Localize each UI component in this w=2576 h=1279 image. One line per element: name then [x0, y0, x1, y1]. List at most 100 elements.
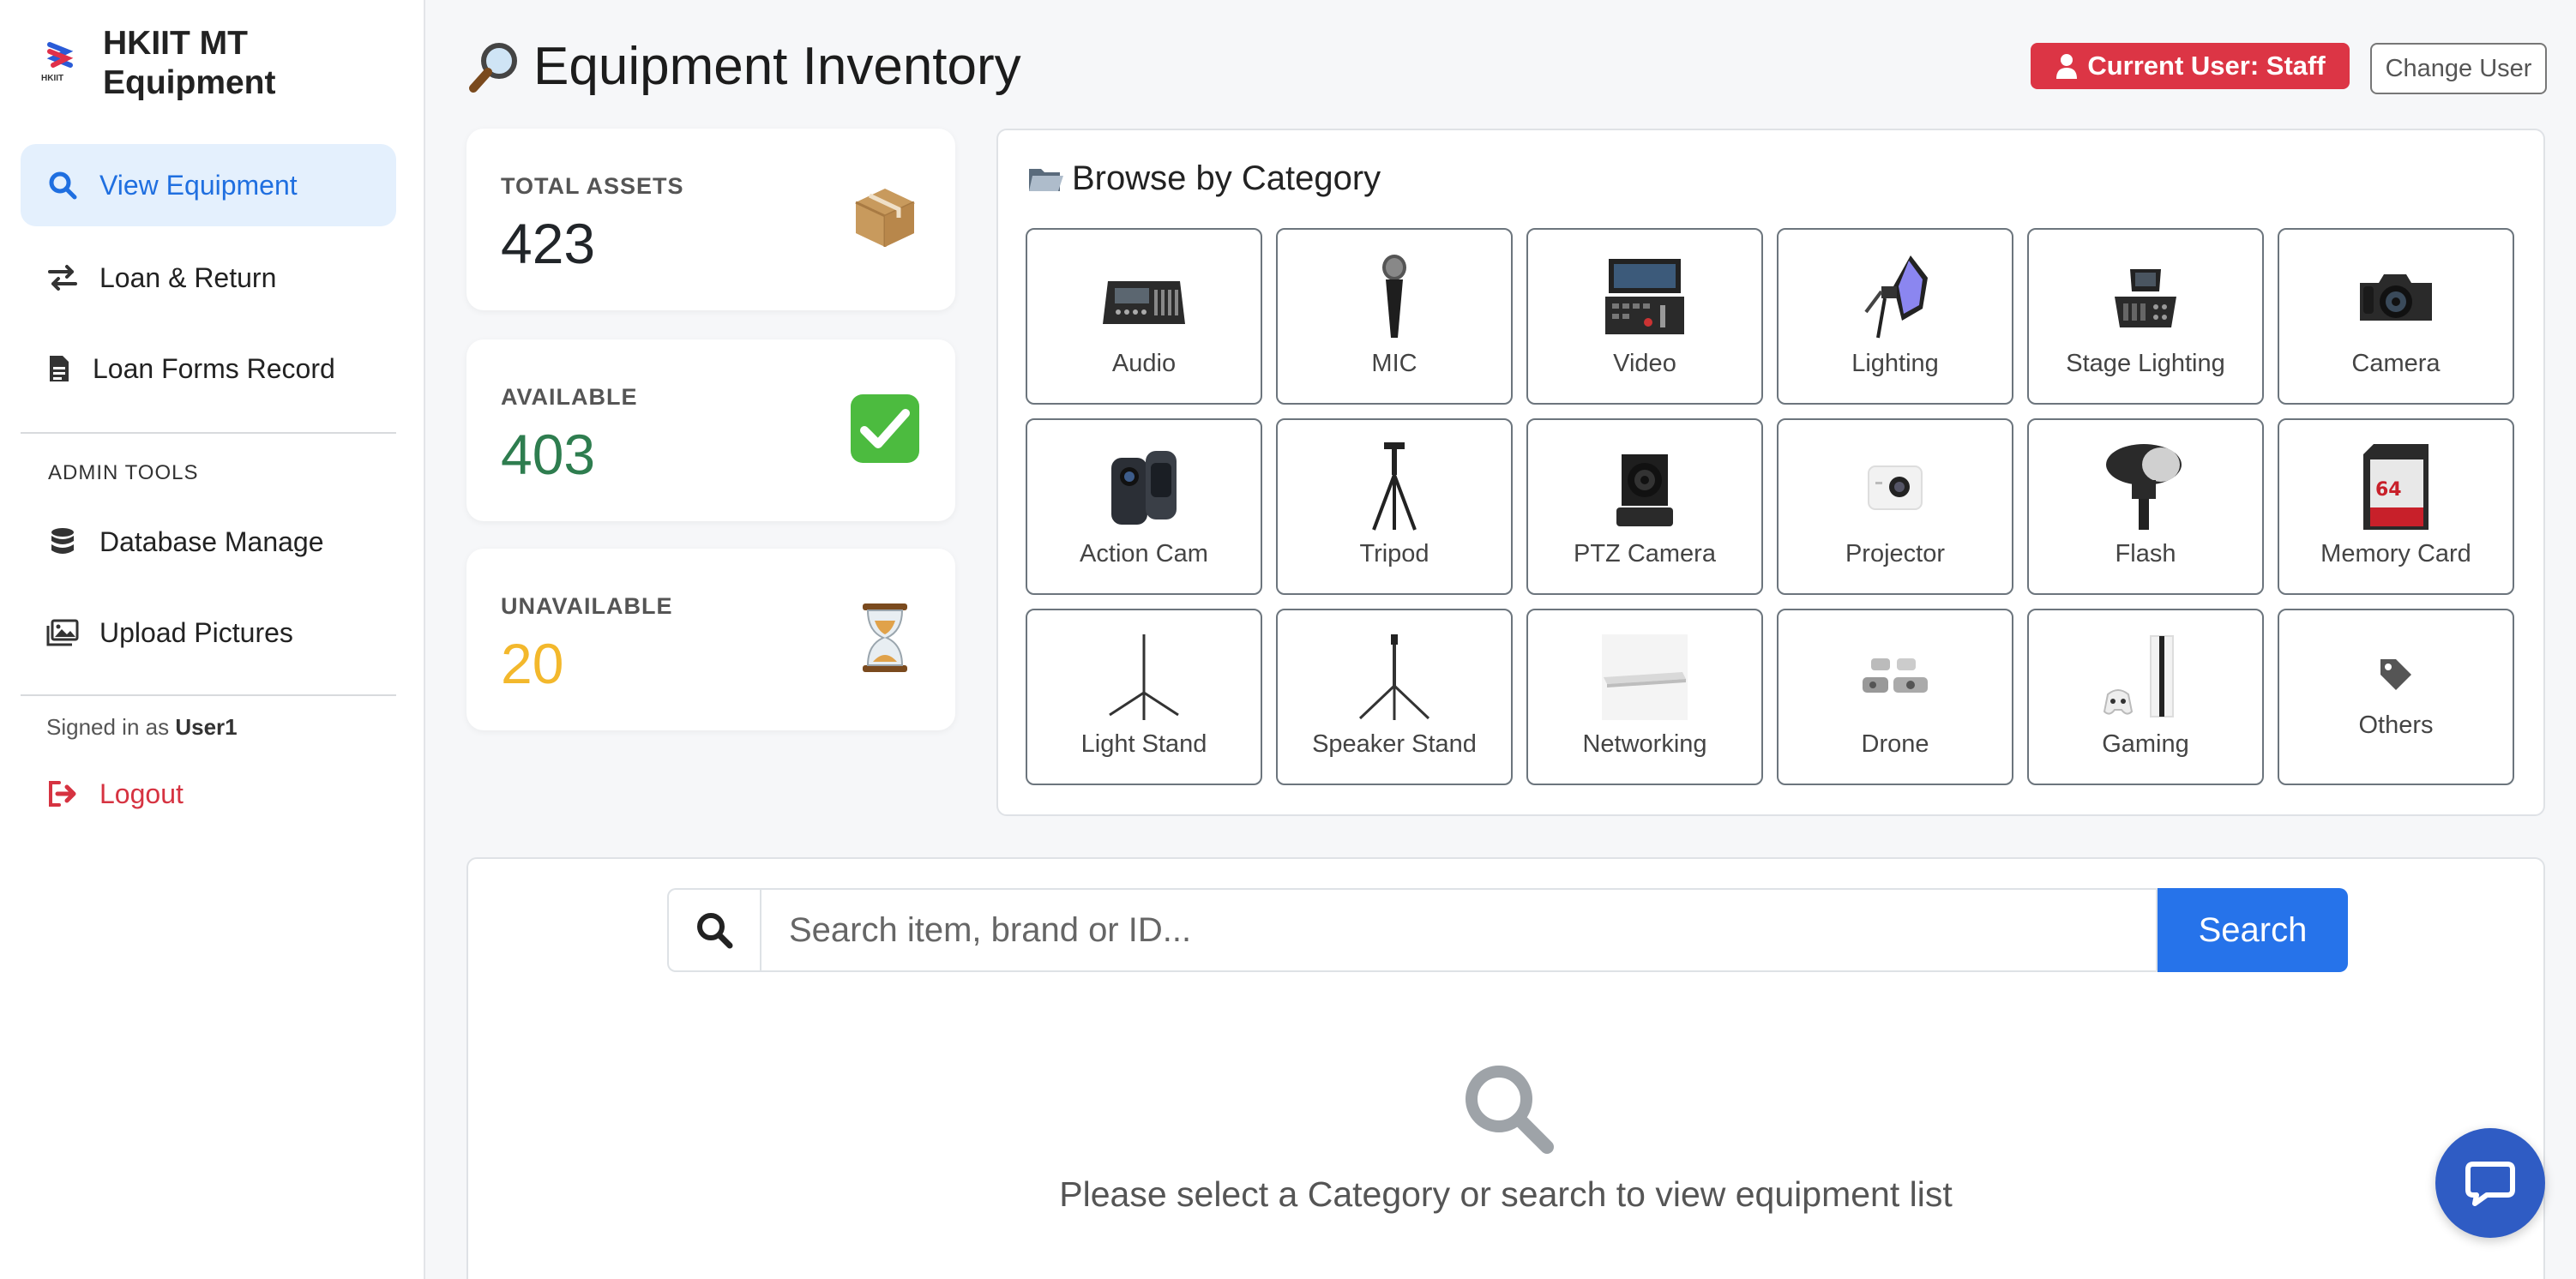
stat-label: AVAILABLE [501, 384, 638, 410]
flash-light-icon [2029, 444, 2262, 530]
category-label: Audio [1111, 350, 1177, 377]
search-icon [667, 888, 760, 972]
category-tile-mic[interactable]: MIC [1276, 228, 1513, 405]
drone-icon [1779, 634, 2012, 720]
category-tile-light-stand[interactable]: Light Stand [1026, 609, 1262, 785]
sidebar-item-label: Loan & Return [99, 261, 277, 293]
stat-value: 423 [501, 212, 596, 275]
search-group: Search [667, 888, 2348, 972]
category-tile-flash[interactable]: Flash [2027, 418, 2264, 595]
sidebar-item-loan-forms-record[interactable]: Loan Forms Record [21, 327, 396, 410]
admin-tools-label: ADMIN TOOLS [48, 461, 199, 484]
category-label: Tripod [1359, 540, 1429, 567]
tag-icon [2279, 645, 2513, 705]
stat-card-available: AVAILABLE 403 [466, 339, 955, 521]
stat-value: 403 [501, 423, 596, 486]
brand-logo-text: HKIIT [41, 74, 64, 83]
sidebar-item-database-manage[interactable]: Database Manage [21, 501, 396, 583]
category-label: Others [2358, 712, 2434, 739]
light-stand-icon [1027, 634, 1261, 720]
category-label: Lighting [1851, 350, 1939, 377]
category-tile-networking[interactable]: Networking [1526, 609, 1763, 785]
category-tile-audio[interactable]: Audio [1026, 228, 1262, 405]
tripod-icon [1278, 442, 1511, 531]
category-panel: Browse by Category Audio MIC Video Light… [996, 129, 2545, 816]
category-tile-drone[interactable]: Drone [1777, 609, 2013, 785]
stat-card-total-assets: TOTAL ASSETS 423 [466, 129, 955, 310]
sidebar-item-loan-return[interactable]: Loan & Return [21, 237, 396, 319]
folder-icon [1027, 164, 1063, 195]
category-label: Projector [1845, 540, 1946, 567]
category-tile-speaker-stand[interactable]: Speaker Stand [1276, 609, 1513, 785]
sidebar-item-label: View Equipment [99, 169, 298, 201]
search-icon [45, 167, 81, 203]
logout-icon [45, 776, 81, 812]
category-label: Flash [2115, 540, 2176, 567]
package-icon [849, 182, 921, 254]
stat-value: 20 [501, 632, 564, 695]
search-panel: Search Please select a Category or searc… [466, 857, 2545, 1279]
category-label: Networking [1582, 730, 1707, 758]
user-icon [2055, 53, 2079, 79]
magnifier-icon [466, 39, 523, 95]
brand-logo-icon: HKIIT [41, 39, 79, 87]
current-user-badge: Current User: Staff [2031, 43, 2350, 89]
video-switcher-icon [1528, 254, 1761, 339]
stat-card-unavailable: UNAVAILABLE 20 [466, 549, 955, 730]
category-tile-projector[interactable]: Projector [1777, 418, 2013, 595]
category-label: PTZ Camera [1574, 540, 1716, 567]
images-icon [45, 615, 81, 651]
hourglass-icon [849, 602, 921, 674]
stat-label: UNAVAILABLE [501, 593, 673, 619]
empty-state-message: Please select a Category or search to vi… [1059, 1174, 1953, 1214]
category-tile-camera[interactable]: Camera [2278, 228, 2514, 405]
category-tile-gaming[interactable]: Gaming [2027, 609, 2264, 785]
document-icon [45, 351, 74, 387]
sidebar-item-label: Upload Pictures [99, 616, 293, 648]
search-input[interactable] [760, 888, 2158, 972]
category-label: Gaming [2102, 730, 2189, 758]
category-label: Action Cam [1080, 540, 1208, 567]
game-console-icon [2029, 634, 2262, 720]
ptz-camera-icon [1528, 444, 1761, 530]
brand-title: HKIIT MT Equipment [103, 25, 276, 101]
category-label: Video [1613, 350, 1676, 377]
projector-icon [1779, 444, 2012, 530]
svg-text:64: 64 [2375, 479, 2402, 501]
category-tile-ptz-camera[interactable]: PTZ Camera [1526, 418, 1763, 595]
stat-label: TOTAL ASSETS [501, 173, 684, 199]
search-empty-icon [1461, 1061, 1556, 1156]
sidebar-item-upload-pictures[interactable]: Upload Pictures [21, 591, 396, 674]
sidebar-item-view-equipment[interactable]: View Equipment [21, 144, 396, 226]
chat-button[interactable] [2435, 1128, 2545, 1238]
change-user-button[interactable]: Change User [2370, 43, 2547, 94]
camera-icon [2279, 254, 2513, 339]
check-mark-icon [849, 393, 921, 465]
category-label: Speaker Stand [1312, 730, 1477, 758]
lighting-console-icon [2029, 254, 2262, 339]
category-panel-title: Browse by Category [1027, 159, 1381, 198]
category-tile-video[interactable]: Video [1526, 228, 1763, 405]
category-tile-others[interactable]: Others [2278, 609, 2514, 785]
category-label: Light Stand [1080, 730, 1207, 758]
audio-mixer-icon [1027, 254, 1261, 339]
search-button[interactable]: Search [2158, 888, 2348, 972]
category-tile-memory-card[interactable]: 64 Memory Card [2278, 418, 2514, 595]
category-tile-lighting[interactable]: Lighting [1777, 228, 2013, 405]
sidebar-item-label: Database Manage [99, 525, 324, 557]
category-tile-stage-lighting[interactable]: Stage Lighting [2027, 228, 2264, 405]
sidebar-divider [21, 694, 396, 696]
category-tile-tripod[interactable]: Tripod [1276, 418, 1513, 595]
logout-button[interactable]: Logout [21, 753, 396, 835]
action-camera-icon [1027, 444, 1261, 530]
swap-arrows-icon [45, 260, 81, 296]
brand[interactable]: HKIIT HKIIT MT Equipment [41, 24, 326, 103]
softbox-light-icon [1779, 254, 2012, 339]
speaker-stand-icon [1278, 634, 1511, 720]
category-label: Memory Card [2320, 540, 2471, 567]
category-label: MIC [1371, 350, 1417, 377]
category-tile-action-cam[interactable]: Action Cam [1026, 418, 1262, 595]
category-label: Stage Lighting [2066, 350, 2225, 377]
logout-label: Logout [99, 778, 184, 809]
sidebar-item-label: Loan Forms Record [93, 352, 335, 384]
